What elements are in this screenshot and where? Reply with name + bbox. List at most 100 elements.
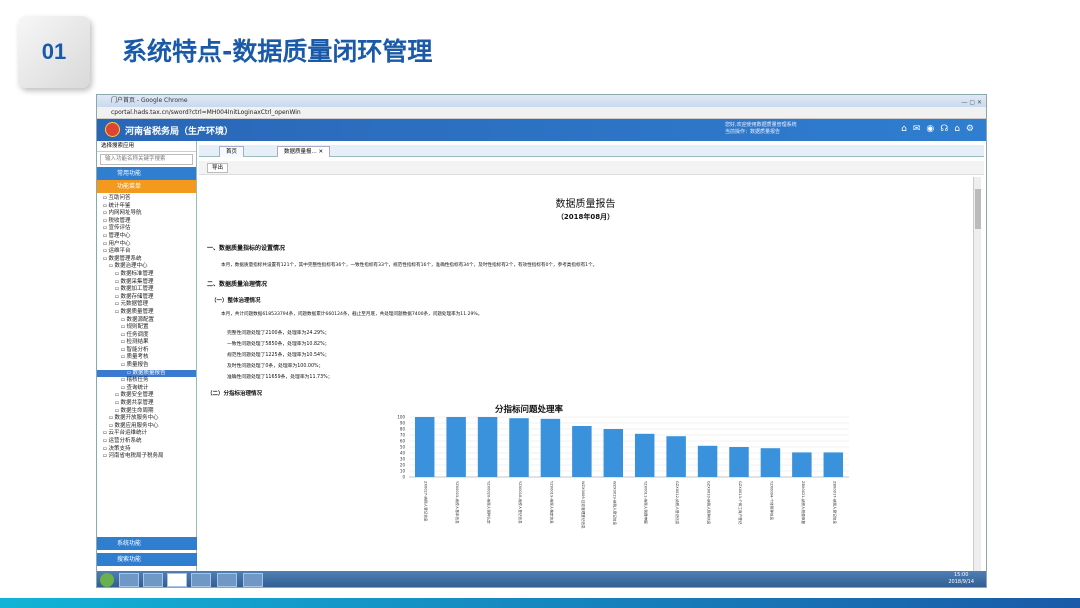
taskbar-ie-icon[interactable] [143,573,163,587]
menu-tree: ▫ 互助问答 ▫ 统计年鉴 ▫ 内网网址导航 ▫ 税收管理 ▫ 宣传评估 ▫ 管理中心 ▫ … [97,193,196,461]
menu-tree-item[interactable]: ▫ 元数据管理 [97,301,196,309]
stat-line: 准确性问题处理了11659条，处理率为11.73%； [227,375,333,380]
menu-tree-item[interactable]: ▫ 数据采集管理 [97,279,196,287]
menu-tree-item[interactable]: ▫ 云平台运维统计 [97,430,196,438]
window-controls[interactable]: — ▢ ✕ [961,97,982,109]
x-tick-label: YZX0015-纳税人基本信息 [455,481,460,524]
sidebar-function-menu[interactable]: 功能菜单 [97,180,196,193]
menu-tree-item[interactable]: ▫ 运营分析系统 [97,438,196,446]
menu-tree-item[interactable]: ▫ 管理中心 [97,233,196,241]
x-tick-label: GZX0012-纳税人登记信息 [675,481,680,525]
bar [792,452,812,477]
x-tick-label: YZX0004-个体税种信息 [769,481,774,521]
bar [634,433,655,477]
scrollbar-thumb[interactable] [975,189,981,229]
report-scrollbar[interactable] [973,177,981,571]
menu-tree-item[interactable]: ▫ 检测结果 [97,339,196,347]
bar [540,418,561,477]
bar [414,417,435,477]
subsection1-heading: （一）整体治理情况 [211,298,261,304]
subsection1-text: 本月，共计问题数据618533794条，问题数据累计660124条，截止至月底，… [221,312,483,317]
menu-tree-item[interactable]: ▫ 运维平台 [97,248,196,256]
x-tick-label: YZX0018-纳税人登记信息 [518,481,523,524]
menu-tree-item[interactable]: ▫ 数据开放服务中心 [97,415,196,423]
clock-date: 2018/9/14 [948,579,974,585]
y-tick-label: 80 [400,427,406,432]
address-bar[interactable]: cportal.hads.tax.cn/sword?ctrl=MH004Init… [97,107,986,119]
taskbar: 15:00 2018/9/14 [97,571,986,587]
stat-line: 及时性问题处理了0条，处理率为100.00%； [227,364,324,369]
x-tick-label: WZX0006-征收管理登记信息 [581,481,586,529]
taskbar-app-icon[interactable] [243,573,263,587]
sidebar-system-functions[interactable]: 系统功能 [97,537,197,550]
header-tool-icons[interactable]: ⌂✉◉☊⌂⚙ [901,124,980,134]
y-tick-label: 20 [400,463,406,468]
x-tick-label: ZBX0021-纳税人税费申报 [801,481,806,524]
taskbar-app-icon[interactable] [217,573,237,587]
menu-tree-item[interactable]: ▫ 数据质量管理 [97,309,196,317]
y-tick-label: 0 [402,475,405,480]
user-info-line1: 您好,欢迎使用数据质量管理系统 [725,122,797,128]
y-tick-label: 90 [400,421,406,426]
y-tick-label: 30 [400,457,406,462]
menu-tree-item[interactable]: ▫ 互助问答 [97,195,196,203]
report-toolbar: 导出 [199,161,984,175]
tax-emblem-icon [105,122,120,137]
bar [446,417,466,477]
y-tick-label: 40 [400,451,406,456]
taskbar-explorer-icon[interactable] [119,573,139,587]
sidebar-common-functions[interactable]: 常用功能 [97,167,196,180]
menu-tree-item[interactable]: ▫ 数据标准管理 [97,271,196,279]
slide: 01 系统特点-数据质量闭环管理 门户首页 - Google Chrome — … [0,0,1080,608]
x-tick-label: GZX0013-个体工商户登记 [738,481,743,525]
sidebar: 选择搜索应用 输入功能名称关键字搜索 常用功能 功能菜单 ▫ 互助问答 ▫ 统计年… [97,141,197,573]
tab-home[interactable]: 首页 [219,146,245,157]
menu-tree-item[interactable]: ▫ 质量考核 [97,354,196,362]
menu-tree-item[interactable]: ▫ 稽核任务 [97,377,196,385]
window-title: 门户首页 - Google Chrome [111,97,188,104]
report-title: 数据质量报告 [555,199,616,210]
taskbar-chrome-icon[interactable] [167,573,187,587]
bar [666,436,686,477]
y-tick-label: 60 [400,439,406,444]
tab-bar: 首页 数据质量报... ✕ [199,145,984,157]
slide-number-badge: 01 [18,16,90,88]
report-content: 数据质量报告 （2018年08月） 一、数据质量指标的设置情况 本月，数据质量指… [199,177,972,571]
menu-tree-item[interactable]: ▫ 质量报告 [97,362,196,370]
stat-line: 完整性问题处理了2100条，处理率为24.29%； [227,331,330,336]
user-info: 您好,欢迎使用数据质量管理系统 当前操作：数据质量报告 [725,122,797,136]
bar [760,448,781,477]
section1-text: 本月，数据质量指标共设置有121个，其中完整性指标有36个，一致性指标有33个，… [221,263,598,268]
menu-tree-item[interactable]: ▫ 数据源配置 [97,317,196,325]
bar-chart: 0102030405060708090100 ZX0027-纳税人登记信息 YZX0… [397,415,849,529]
taskbar-app-icon[interactable] [191,573,211,587]
sidebar-search-functions[interactable]: 搜索功能 [97,553,197,566]
menu-tree-item[interactable]: ▫ 数据共享管理 [97,400,196,408]
menu-tree-item[interactable]: ▫ 数据治理中心 [97,263,196,271]
bar [697,445,718,477]
bar [823,452,844,477]
menu-tree-item[interactable]: ▫ 数据安全管理 [97,392,196,400]
menu-tree-item[interactable]: ▫ 宣传评估 [97,225,196,233]
bar [509,418,529,477]
stat-line: 一致性问题处理了5850条，处理率为10.82%； [227,342,330,347]
menu-tree-item[interactable]: ▫ 河南省电税局子税务局 [97,453,196,461]
close-icon[interactable]: ✕ [319,149,324,155]
menu-tree-item[interactable]: ▫ 数据加工管理 [97,286,196,294]
function-search-input[interactable]: 输入功能名称关键字搜索 [100,154,193,165]
bar [729,447,749,477]
section2-heading: 二、数据质量治理情况 [207,281,268,288]
taskbar-clock[interactable]: 15:00 2018/9/14 [948,572,974,586]
start-button-icon[interactable] [100,573,114,587]
menu-tree-item[interactable]: ▫ 内网网址导航 [97,210,196,218]
menu-tree-item[interactable]: ▫ 规则配置 [97,324,196,332]
tab-quality-report-label: 数据质量报... [284,149,317,155]
export-button[interactable]: 导出 [207,163,229,173]
clock-time: 15:00 [953,572,969,578]
app-select[interactable]: 选择搜索应用 [97,141,196,152]
y-tick-label: 70 [400,433,406,438]
tab-quality-report[interactable]: 数据质量报... ✕ [277,146,331,157]
section1-heading: 一、数据质量指标的设置情况 [207,245,286,252]
report-period: （2018年08月） [556,213,615,221]
app-header: 河南省税务局（生产环境） 您好,欢迎使用数据质量管理系统 当前操作：数据质量报告… [97,119,986,141]
